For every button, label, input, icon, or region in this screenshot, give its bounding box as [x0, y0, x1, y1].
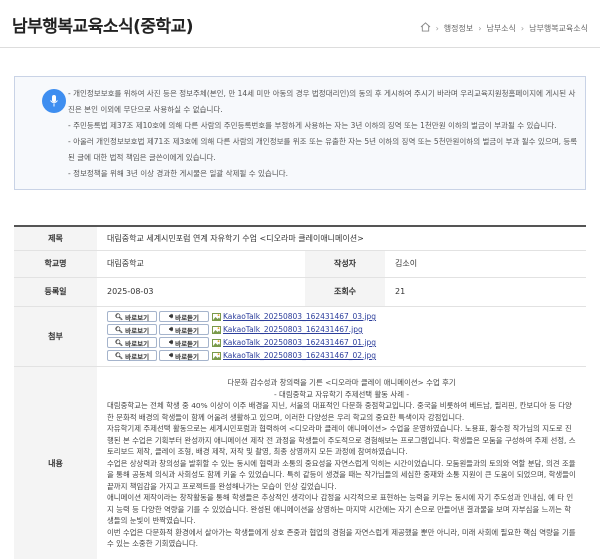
chevron-right-icon: ›: [478, 23, 482, 33]
notice-item: - 주민등록법 제37조 제10호에 의해 다른 사람의 주민등록번호를 부정하…: [68, 121, 557, 130]
title-label: 제목: [14, 225, 97, 251]
page-title: 남부행복교육소식(중학교): [12, 17, 194, 37]
view-count: 21: [385, 277, 587, 307]
attachment-item: 🔍︎ 바로보기 🔊︎ 바로듣기 KakaoTalk_20250803_1624314…: [107, 350, 576, 362]
breadcrumb-item-current[interactable]: 남부행복교육소식: [529, 23, 588, 34]
breadcrumb: › 행정정보 › 남부소식 › 남부행복교육소식: [420, 22, 588, 34]
school-label: 학교명: [14, 250, 97, 278]
date-label: 등록일: [14, 277, 97, 307]
author-name: 김소이: [385, 250, 587, 278]
content-paragraph: 애니메이션 제작이라는 창작활동을 통해 학생들은 추상적인 생각이나 감정을 …: [107, 493, 574, 526]
breadcrumb-item-admin[interactable]: 행정정보: [444, 23, 473, 34]
view-button[interactable]: 🔍︎ 바로보기: [107, 350, 157, 361]
listen-button[interactable]: 🔊︎ 바로듣기: [159, 350, 209, 361]
post-title: 대림중학교 세계시민포럼 연계 자유학기 수업 <디오라마 클레이애니메이션>: [97, 225, 587, 251]
image-file-icon: [212, 325, 221, 334]
content-paragraph: 자유학기제 주제선택 활동으로는 세계시민포럼과 협력하여 <디오라마 클레이 …: [107, 424, 576, 457]
views-label: 조회수: [305, 277, 385, 307]
attachment-link[interactable]: KakaoTalk_20250803_162431467.jpg: [223, 325, 363, 334]
image-file-icon: [212, 312, 221, 321]
magnifier-icon: 🔍︎: [114, 312, 124, 321]
speaker-icon: 🔊︎: [168, 338, 174, 346]
privacy-notice: - 개인정보보호를 위하여 사진 등은 정보주체(본인, 만 14세 미만 아동…: [14, 76, 586, 190]
content-paragraph: 이번 수업은 다문화적 환경에서 살아가는 학생들에게 상호 존중과 협업의 경…: [107, 527, 576, 549]
home-icon[interactable]: [420, 22, 431, 34]
image-file-icon: [212, 338, 221, 347]
attachment-label: 첨부: [14, 306, 97, 367]
notice-item: - 아울러 개인정보보호법 제71조 제3호에 의해 다른 사람의 개인정보를 …: [68, 137, 578, 162]
content-paragraph: 수업은 상상력과 창의성을 발휘할 수 있는 동시에 협력과 소통의 중요성을 …: [107, 458, 576, 491]
author-label: 작성자: [305, 250, 385, 278]
magnifier-icon: 🔍︎: [114, 351, 124, 360]
table-row: 내용 다문화 감수성과 창의력을 기른 <디오라마 클레이 애니메이션> 수업 …: [14, 366, 587, 559]
content-label: 내용: [14, 366, 97, 559]
attachment-list: 🔍︎ 바로보기 🔊︎ 바로듣기 KakaoTalk_20250803_1624314…: [97, 306, 587, 367]
table-row: 등록일 2025-08-03 조회수 21: [14, 277, 587, 307]
mic-icon: [42, 89, 66, 113]
attachment-link[interactable]: KakaoTalk_20250803_162431467_02.jpg: [223, 351, 376, 360]
content-paragraph: 대림중학교는 전체 학생 중 40% 이상이 이주 배경을 지닌, 서울의 대표…: [107, 401, 572, 422]
listen-button[interactable]: 🔊︎ 바로듣기: [159, 337, 209, 348]
table-row: 제목 대림중학교 세계시민포럼 연계 자유학기 수업 <디오라마 클레이애니메이…: [14, 225, 587, 251]
notice-item: - 정보정책을 위해 3년 이상 경과한 게시물은 일괄 삭제될 수 있습니다.: [68, 169, 289, 178]
speaker-icon: 🔊︎: [168, 325, 174, 333]
content-subheading: - 대림중학교 자유학기 주제선택 활동 사례 -: [274, 389, 410, 399]
listen-button[interactable]: 🔊︎ 바로듣기: [159, 311, 209, 322]
magnifier-icon: 🔍︎: [114, 325, 124, 334]
notice-list: - 개인정보보호를 위하여 사진 등은 정보주체(본인, 만 14세 미만 아동…: [68, 86, 578, 182]
speaker-icon: 🔊︎: [168, 312, 174, 320]
page-header: 남부행복교육소식(중학교) › 행정정보 › 남부소식 › 남부행복교육소식: [0, 0, 600, 48]
breadcrumb-item-news[interactable]: 남부소식: [486, 23, 515, 34]
post-date: 2025-08-03: [97, 277, 305, 307]
speaker-icon: 🔊︎: [168, 351, 174, 359]
attachment-item: 🔍︎ 바로보기 🔊︎ 바로듣기 KakaoTalk_20250803_1624314…: [107, 324, 576, 336]
post-detail-table: 제목 대림중학교 세계시민포럼 연계 자유학기 수업 <디오라마 클레이애니메이…: [14, 225, 587, 559]
attachment-link[interactable]: KakaoTalk_20250803_162431467_03.jpg: [223, 312, 376, 321]
notice-item: - 개인정보보호를 위하여 사진 등은 정보주체(본인, 만 14세 미만 아동…: [68, 89, 576, 114]
content-heading: 다문화 감수성과 창의력을 기른 <디오라마 클레이 애니메이션> 수업 후기: [227, 378, 456, 388]
attachment-item: 🔍︎ 바로보기 🔊︎ 바로듣기 KakaoTalk_20250803_1624314…: [107, 311, 576, 323]
image-file-icon: [212, 351, 221, 360]
view-button[interactable]: 🔍︎ 바로보기: [107, 324, 157, 335]
table-row: 학교명 대림중학교 작성자 김소이: [14, 250, 587, 278]
listen-button[interactable]: 🔊︎ 바로듣기: [159, 324, 209, 335]
view-button[interactable]: 🔍︎ 바로보기: [107, 337, 157, 348]
chevron-right-icon: ›: [520, 23, 525, 33]
table-row: 첨부 🔍︎ 바로보기 🔊︎ 바로듣기 KakaoTalk_20250803_1624…: [14, 306, 587, 367]
school-name: 대림중학교: [97, 250, 305, 278]
view-button[interactable]: 🔍︎ 바로보기: [107, 311, 157, 322]
header-divider: [0, 47, 600, 48]
post-content: 다문화 감수성과 창의력을 기른 <디오라마 클레이 애니메이션> 수업 후기 …: [97, 366, 587, 559]
attachment-item: 🔍︎ 바로보기 🔊︎ 바로듣기 KakaoTalk_20250803_1624314…: [107, 337, 576, 349]
magnifier-icon: 🔍︎: [114, 338, 124, 347]
chevron-right-icon: ›: [435, 23, 439, 33]
attachment-link[interactable]: KakaoTalk_20250803_162431467_01.jpg: [223, 338, 376, 347]
